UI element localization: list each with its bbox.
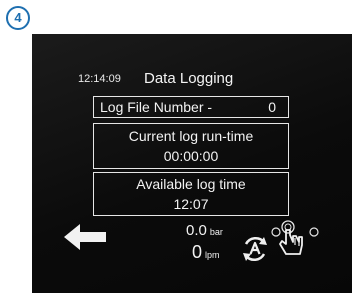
- current-log-runtime-label: Current log run-time: [128, 128, 254, 144]
- pressure-unit: bar: [209, 227, 223, 237]
- current-log-runtime-panel: Current log run-time 00:00:00: [93, 123, 289, 169]
- available-log-time-label: Available log time: [136, 176, 246, 192]
- clock-time: 12:14:09: [78, 73, 121, 85]
- log-file-number-value: 0: [268, 99, 276, 115]
- pressure-value: 0.0: [186, 222, 207, 239]
- log-file-number-panel[interactable]: Log File Number - 0: [93, 96, 289, 118]
- flow-value: 0: [192, 242, 203, 262]
- back-arrow-icon[interactable]: [62, 222, 108, 252]
- log-file-number-label: Log File Number -: [100, 99, 213, 115]
- touch-hand-icon[interactable]: [268, 218, 322, 260]
- available-log-time-panel: Available log time 12:07: [93, 172, 289, 216]
- auto-cycle-icon[interactable]: [240, 234, 270, 264]
- step-number-badge: 4: [6, 6, 30, 30]
- current-log-runtime-value: 00:00:00: [163, 148, 219, 164]
- flow-unit: lpm: [205, 250, 220, 260]
- available-log-time-value: 12:07: [173, 196, 209, 212]
- screen-title: Data Logging: [144, 70, 234, 87]
- pressure-readout: 0.0 bar: [186, 222, 223, 240]
- flow-readout: 0 lpm: [192, 242, 220, 263]
